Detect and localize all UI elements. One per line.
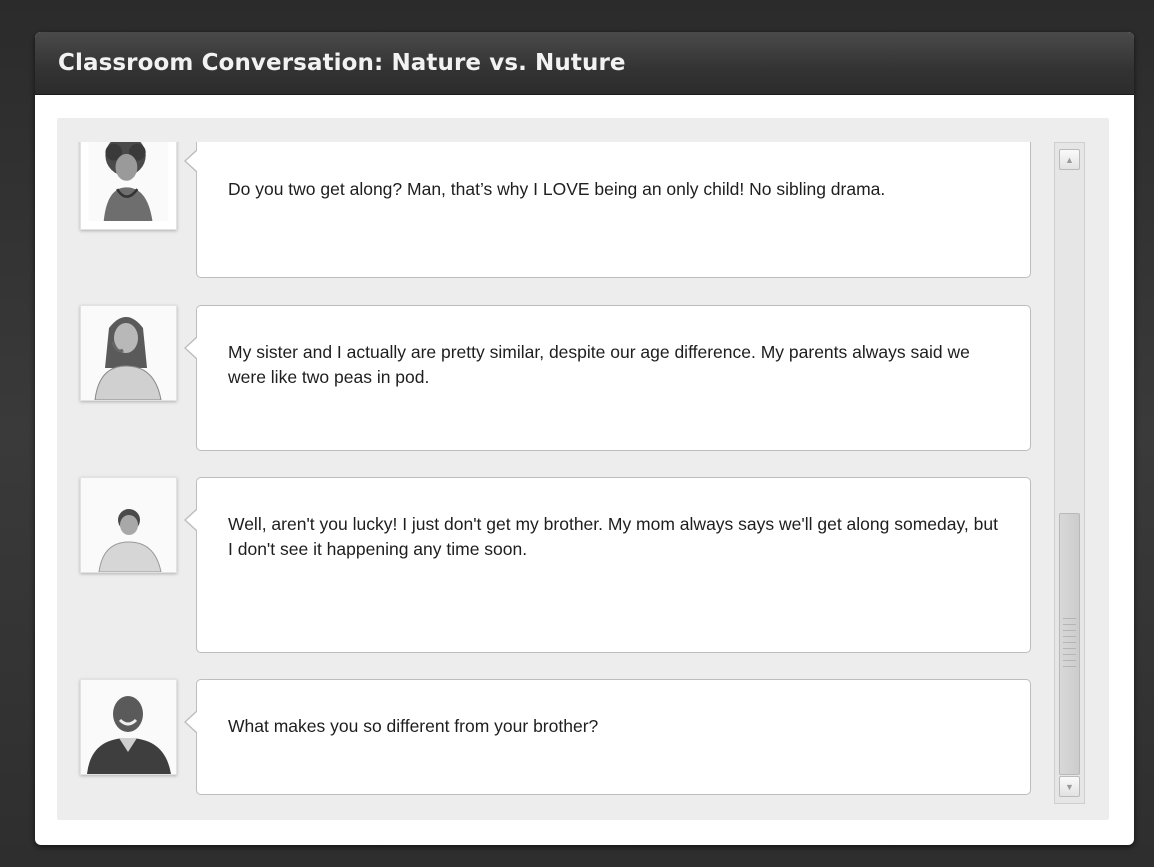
grip-line (1063, 666, 1076, 667)
grip-line (1063, 654, 1076, 655)
vertical-scrollbar[interactable]: ▲ ▼ (1054, 142, 1085, 804)
message-item: What makes you so different from your br… (57, 679, 1047, 795)
curly-haired-woman-avatar-icon (88, 142, 169, 221)
message-item: Well, aren't you lucky! I just don't get… (57, 477, 1047, 653)
long-haired-woman-avatar-icon (81, 306, 176, 400)
grip-line (1063, 618, 1076, 619)
triangle-down-icon: ▼ (1065, 781, 1074, 792)
message-bubble: Do you two get along? Man, that’s why I … (184, 142, 1031, 278)
smiling-man-avatar-icon (81, 680, 176, 774)
young-man-avatar-icon (81, 478, 176, 572)
message-bubble: Well, aren't you lucky! I just don't get… (184, 477, 1031, 653)
young-man-avatar (80, 477, 177, 573)
message-text: Do you two get along? Man, that’s why I … (228, 179, 886, 199)
message-list: Do you two get along? Man, that’s why I … (57, 142, 1047, 820)
scroll-up-button[interactable]: ▲ (1059, 149, 1080, 170)
curly-haired-woman-avatar (80, 142, 177, 230)
scroll-down-button[interactable]: ▼ (1059, 776, 1080, 797)
conversation-panel: Do you two get along? Man, that’s why I … (57, 118, 1109, 820)
message-bubble: My sister and I actually are pretty simi… (184, 305, 1031, 451)
message-text: Well, aren't you lucky! I just don't get… (228, 514, 998, 559)
message-text: What makes you so different from your br… (228, 716, 599, 736)
message-text: My sister and I actually are pretty simi… (228, 342, 970, 387)
grip-line (1063, 648, 1076, 649)
grip-line (1063, 636, 1076, 637)
smiling-man-avatar (80, 679, 177, 775)
conversation-window: Classroom Conversation: Nature vs. Nutur… (35, 32, 1134, 845)
grip-line (1063, 660, 1076, 661)
message-bubble: What makes you so different from your br… (184, 679, 1031, 795)
title-bar: Classroom Conversation: Nature vs. Nutur… (35, 32, 1134, 95)
grip-line (1063, 642, 1076, 643)
window-title: Classroom Conversation: Nature vs. Nutur… (58, 50, 626, 76)
long-haired-woman-avatar (80, 305, 177, 401)
grip-line (1063, 630, 1076, 631)
grip-line (1063, 624, 1076, 625)
message-item: Do you two get along? Man, that’s why I … (57, 142, 1047, 278)
triangle-up-icon: ▲ (1065, 154, 1074, 165)
message-item: My sister and I actually are pretty simi… (57, 305, 1047, 451)
scrollbar-thumb[interactable] (1059, 513, 1080, 775)
